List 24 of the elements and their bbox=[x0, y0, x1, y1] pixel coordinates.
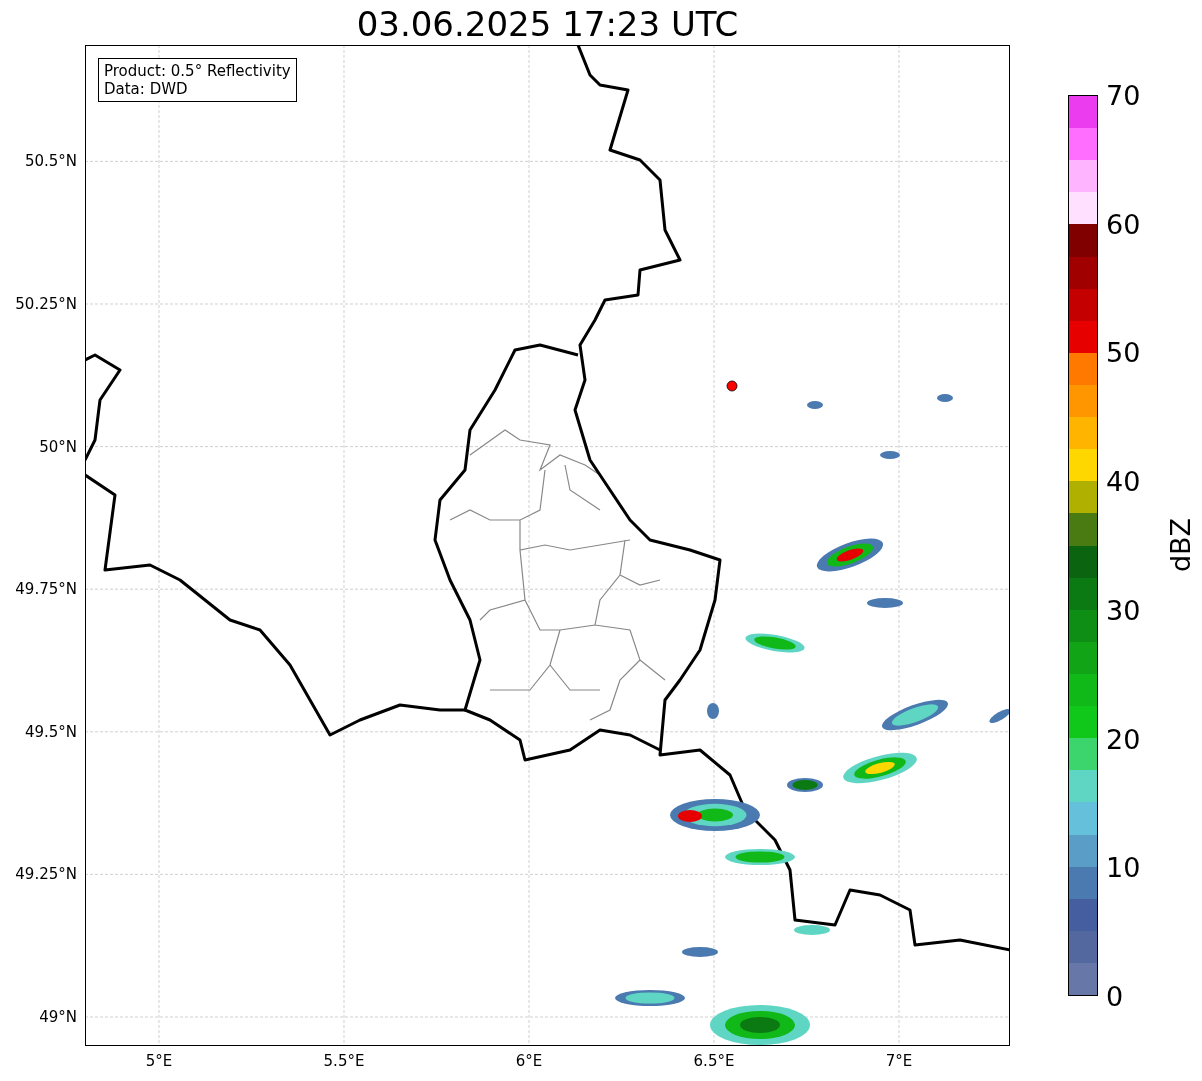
chart-title: 03.06.2025 17:23 UTC bbox=[356, 7, 739, 45]
legend-text: Data: DWD bbox=[104, 80, 189, 98]
latitude-label: 50.25°N bbox=[15, 296, 77, 312]
colorbar-tick-label: 10 bbox=[1106, 853, 1141, 881]
colorbar-tick-label: 30 bbox=[1106, 596, 1141, 624]
latitude-label: 49.75°N bbox=[15, 581, 77, 597]
longitude-label: 5°E bbox=[145, 1054, 173, 1069]
colorbar-tick-label: 50 bbox=[1106, 338, 1141, 366]
longitude-label: 6.5°E bbox=[693, 1054, 735, 1069]
colorbar-tick-label: 60 bbox=[1106, 210, 1141, 238]
colorbar-label: dBZ bbox=[1166, 517, 1194, 573]
latitude-label: 49.25°N bbox=[15, 866, 77, 882]
colorbar-tick-label: 20 bbox=[1106, 725, 1141, 753]
latitude-label: 49°N bbox=[39, 1009, 77, 1025]
longitude-label: 7°E bbox=[885, 1054, 913, 1069]
colorbar-tick-label: 40 bbox=[1106, 467, 1141, 495]
latitude-label: 50.5°N bbox=[24, 153, 77, 169]
longitude-label: 5.5°E bbox=[323, 1054, 365, 1069]
longitude-label: 6°E bbox=[515, 1054, 543, 1069]
colorbar-tick-label: 70 bbox=[1106, 81, 1141, 109]
latitude-label: 49.5°N bbox=[24, 724, 77, 740]
latitude-label: 50°N bbox=[39, 439, 77, 455]
legend-text: Product: 0.5° Reflectivity bbox=[104, 62, 291, 80]
colorbar-tick-label: 0 bbox=[1106, 982, 1124, 1010]
